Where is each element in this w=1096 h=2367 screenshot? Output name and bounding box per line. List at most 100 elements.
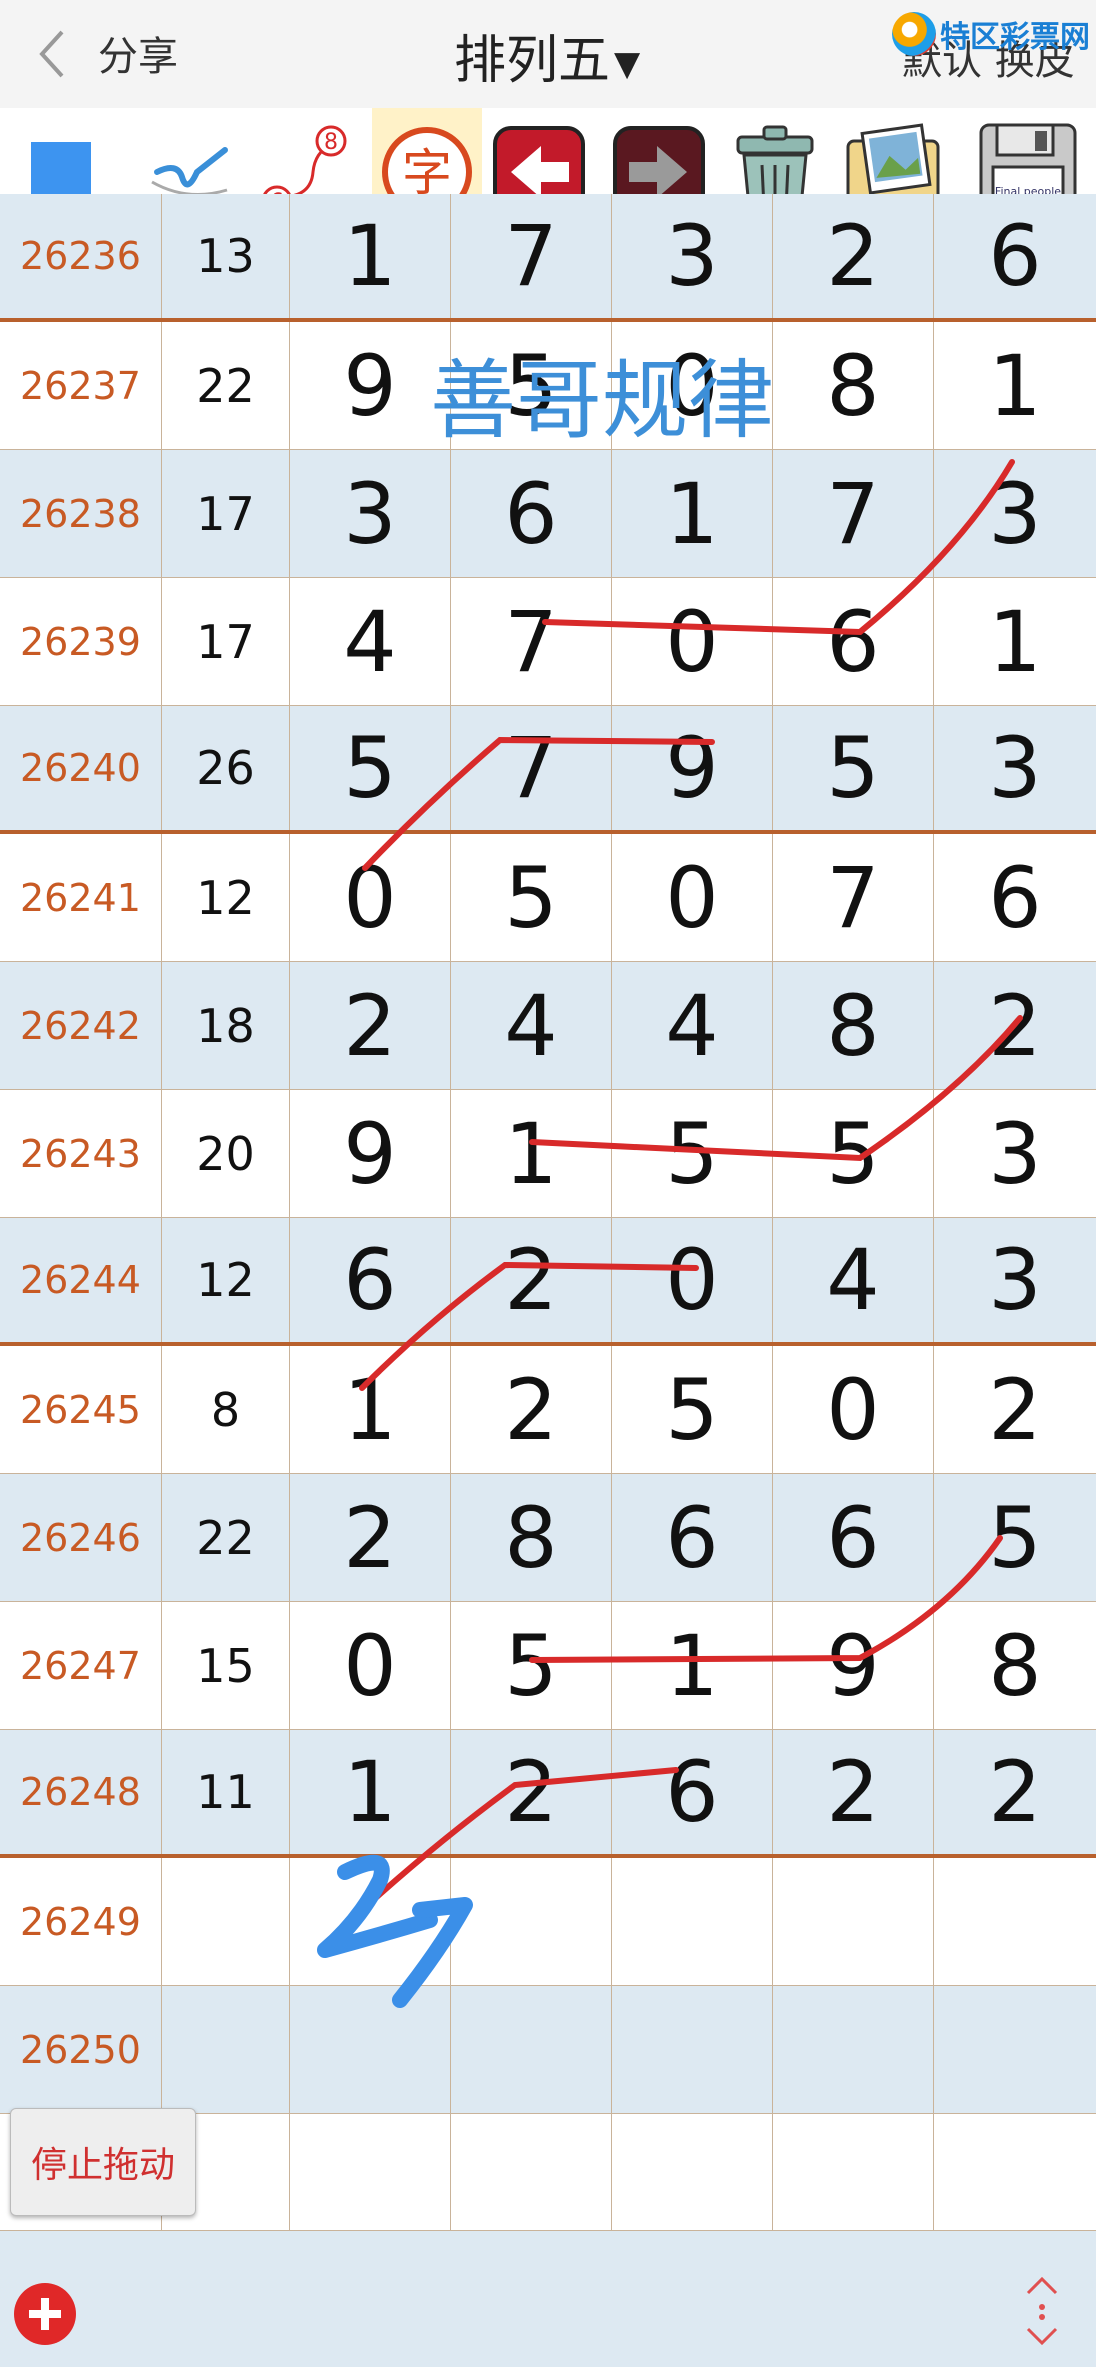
digit-cell: 5 [612, 1346, 773, 1473]
digit-cell [773, 2114, 934, 2241]
digit-cell: 5 [451, 834, 612, 961]
digit-cell: 3 [988, 1104, 1042, 1203]
sum-cell [162, 1986, 290, 2113]
table-row[interactable]: 26238 17 3 6 1 7 3 [0, 450, 1096, 578]
app-root: 分享 排列五▼ 默认 换皮 特区彩票网 8 6 [0, 0, 1096, 2367]
sum-cell: 13 [162, 194, 290, 318]
table-row[interactable]: 26241 12 0 5 0 7 6 [0, 834, 1096, 962]
digit-cell: 2 [773, 1730, 934, 1854]
digit-cell: 1 [451, 1090, 612, 1217]
digit-cell: 7 [773, 834, 934, 961]
sum-cell: 22 [162, 1474, 290, 1601]
table-row[interactable]: 26243 20 9 1 5 5 3 [0, 1090, 1096, 1218]
digit-cell [934, 1858, 1096, 1985]
table-row[interactable]: 26244 12 6 2 0 4 3 [0, 1218, 1096, 1346]
digit-cell: 2 [451, 1218, 612, 1342]
issue-cell: 26248 [0, 1730, 162, 1854]
dropdown-caret-icon: ▼ [614, 44, 641, 84]
issue-cell: 26249 [0, 1858, 162, 1985]
digit-cell [612, 1986, 773, 2113]
digit-cell: 2 [773, 194, 934, 318]
sum-cell: 22 [162, 322, 290, 449]
issue-cell: 26243 [0, 1090, 162, 1217]
digit-cell: 1 [612, 450, 773, 577]
expand-vertical-icon[interactable] [1020, 2271, 1064, 2351]
digit-cell: 2 [451, 1730, 612, 1854]
table-row[interactable]: 26236 13 1 7 3 2 6 [0, 194, 1096, 322]
digit-cell: 8 [988, 1616, 1042, 1715]
table-row[interactable]: 26250 [0, 1986, 1096, 2114]
table-row[interactable]: 26247 15 0 5 1 9 8 [0, 1602, 1096, 1730]
digit-cell: 5 [612, 1090, 773, 1217]
digit-cell: 4 [773, 1218, 934, 1342]
digit-cell: 3 [612, 194, 773, 318]
add-button[interactable] [14, 2283, 76, 2345]
digit-cell: 4 [612, 962, 773, 1089]
digit-cell [290, 1986, 451, 2113]
digit-cell [934, 2114, 1096, 2241]
table-row[interactable]: 26242 18 2 4 4 8 2 [0, 962, 1096, 1090]
issue-cell: 26247 [0, 1602, 162, 1729]
plus-icon [29, 2298, 61, 2330]
link-number-8: 8 [324, 130, 338, 155]
digit-cell: 6 [773, 578, 934, 705]
digit-cell: 1 [612, 1602, 773, 1729]
table-row[interactable]: 26245 8 1 2 5 0 2 [0, 1346, 1096, 1474]
digit-cell [773, 1986, 934, 2113]
digit-cell: 6 [290, 1218, 451, 1342]
digit-cell: 2 [988, 976, 1042, 1075]
issue-cell: 26238 [0, 450, 162, 577]
stop-drag-button[interactable]: 停止拖动 [10, 2108, 196, 2216]
bottom-bar [0, 2230, 1096, 2367]
digit-cell: 0 [773, 1346, 934, 1473]
issue-cell: 26246 [0, 1474, 162, 1601]
digit-cell: 3 [988, 1231, 1042, 1329]
table-row[interactable]: 26249 [0, 1858, 1096, 1986]
back-icon[interactable] [32, 26, 72, 82]
digit-cell: 5 [988, 1488, 1042, 1587]
issue-cell: 26242 [0, 962, 162, 1089]
digit-cell: 6 [612, 1474, 773, 1601]
issue-cell: 26240 [0, 706, 162, 830]
table-row[interactable]: 26239 17 4 7 0 6 1 [0, 578, 1096, 706]
sum-cell: 17 [162, 578, 290, 705]
issue-cell: 26245 [0, 1346, 162, 1473]
issue-cell: 26250 [0, 1986, 162, 2113]
digit-cell: 6 [988, 848, 1042, 947]
sum-cell [162, 1858, 290, 1985]
digit-cell [934, 1986, 1096, 2113]
issue-cell: 26244 [0, 1218, 162, 1342]
page-title[interactable]: 排列五 ▼ [454, 18, 640, 93]
logo-ball-icon [892, 12, 936, 56]
issue-cell: 26237 [0, 322, 162, 449]
table-row[interactable]: 26246 22 2 8 6 6 5 [0, 1474, 1096, 1602]
digit-cell: 5 [773, 706, 934, 830]
digit-cell: 7 [451, 194, 612, 318]
table-row[interactable]: 26248 11 1 2 6 2 2 [0, 1730, 1096, 1858]
digit-cell: 1 [290, 1730, 451, 1854]
top-bar: 分享 排列五 ▼ 默认 换皮 特区彩票网 [0, 0, 1096, 108]
share-button[interactable]: 分享 [98, 24, 178, 82]
table-row[interactable]: 26240 26 5 7 9 5 3 [0, 706, 1096, 834]
digit-cell: 7 [773, 450, 934, 577]
sum-cell: 18 [162, 962, 290, 1089]
sum-cell: 11 [162, 1730, 290, 1854]
sum-cell: 15 [162, 1602, 290, 1729]
digit-cell: 2 [988, 1743, 1042, 1841]
digit-cell: 4 [451, 962, 612, 1089]
digit-cell: 8 [451, 1474, 612, 1601]
digit-cell: 7 [451, 578, 612, 705]
digit-cell [612, 1858, 773, 1985]
digit-cell: 0 [290, 834, 451, 961]
digit-cell: 1 [290, 1346, 451, 1473]
digit-cell [451, 1986, 612, 2113]
digit-cell [451, 2114, 612, 2241]
digit-cell: 4 [290, 578, 451, 705]
digit-cell: 7 [451, 706, 612, 830]
digit-cell [290, 1858, 451, 1985]
site-logo: 特区彩票网 [892, 8, 1090, 60]
watermark-text: 善哥规律 [430, 351, 774, 451]
sum-cell: 20 [162, 1090, 290, 1217]
digit-cell: 8 [773, 322, 934, 449]
digit-cell: 5 [773, 1090, 934, 1217]
